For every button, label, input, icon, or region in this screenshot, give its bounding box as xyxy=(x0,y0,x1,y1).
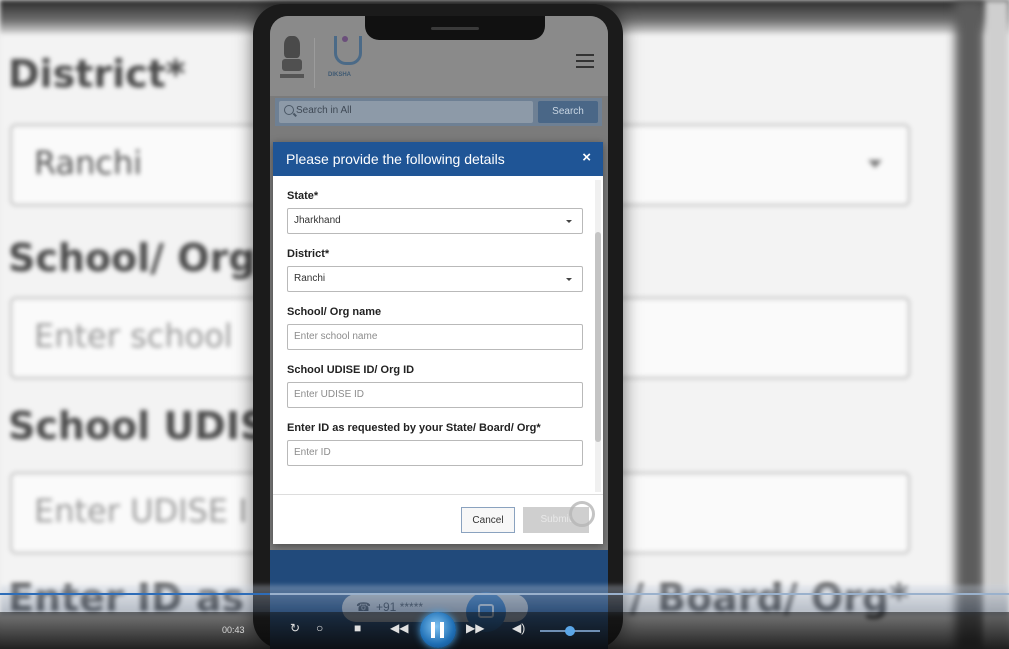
bg-right-margin xyxy=(985,0,1009,649)
modal-body: State* Jharkhand District* Ranchi School… xyxy=(273,176,603,494)
chevron-down-icon xyxy=(566,220,572,223)
loading-spinner-icon xyxy=(569,501,595,527)
fast-forward-icon[interactable]: ▶▶ xyxy=(466,621,484,635)
search-bar: Search in All Search xyxy=(275,98,602,126)
bg-right-edge xyxy=(955,0,985,649)
board-id-input[interactable]: Enter ID xyxy=(287,440,583,466)
state-select[interactable]: Jharkhand xyxy=(287,208,583,234)
district-value: Ranchi xyxy=(294,273,326,284)
state-value: Jharkhand xyxy=(294,215,341,226)
rewind-icon[interactable]: ◀◀ xyxy=(390,621,408,635)
chevron-down-icon xyxy=(566,278,572,281)
diksha-logo[interactable]: DIKSHA xyxy=(326,36,366,86)
video-seek-bar[interactable] xyxy=(0,593,1009,595)
diksha-logo-text: DIKSHA xyxy=(328,72,352,78)
phone-screen: DIKSHA Search in All Search Please provi… xyxy=(270,16,608,649)
menu-icon[interactable] xyxy=(576,54,594,68)
search-icon xyxy=(284,105,294,115)
video-seek-progress xyxy=(0,593,270,595)
udise-label: School UDISE ID/ Org ID xyxy=(287,364,415,376)
bg-school-placeholder: Enter school xyxy=(34,317,233,355)
video-controls: 00:43 ↻ ○ ■ ◀◀ ▶▶ ◀) xyxy=(0,612,1009,649)
state-label: State* xyxy=(287,190,319,202)
header-divider xyxy=(314,38,315,88)
volume-slider-knob[interactable] xyxy=(565,626,575,636)
stop-icon[interactable]: ■ xyxy=(354,621,361,635)
bg-district-label: District* xyxy=(8,52,186,96)
close-icon[interactable]: × xyxy=(582,149,591,166)
search-input[interactable]: Search in All xyxy=(279,101,533,123)
udise-id-placeholder: Enter UDISE ID xyxy=(294,389,365,400)
volume-icon[interactable]: ◀) xyxy=(512,621,525,635)
bg-district-value: Ranchi xyxy=(34,144,143,182)
modal-scrollbar-thumb[interactable] xyxy=(595,232,601,442)
modal-title: Please provide the following details xyxy=(286,151,505,167)
bg-udise-placeholder: Enter UDISE I xyxy=(34,492,248,530)
modal-footer: Cancel Submit xyxy=(273,494,603,545)
cancel-button[interactable]: Cancel xyxy=(461,507,515,533)
details-modal: Please provide the following details × S… xyxy=(273,142,603,544)
modal-header: Please provide the following details × xyxy=(273,142,603,176)
school-name-input[interactable]: Enter school name xyxy=(287,324,583,350)
board-id-label: Enter ID as requested by your State/ Boa… xyxy=(287,422,541,434)
school-label: School/ Org name xyxy=(287,306,382,318)
search-placeholder: Search in All xyxy=(296,105,352,116)
board-id-placeholder: Enter ID xyxy=(294,447,331,458)
national-emblem-icon xyxy=(278,36,306,84)
district-select[interactable]: Ranchi xyxy=(287,266,583,292)
district-label: District* xyxy=(287,248,330,260)
video-time: 00:43 xyxy=(222,625,245,635)
repeat-icon[interactable]: ↻ xyxy=(290,621,300,635)
phone-notch xyxy=(365,16,545,40)
phone-frame: DIKSHA Search in All Search Please provi… xyxy=(253,4,623,649)
udise-id-input[interactable]: Enter UDISE ID xyxy=(287,382,583,408)
pause-button[interactable] xyxy=(420,612,456,648)
shuffle-icon[interactable]: ○ xyxy=(316,621,323,635)
bg-chevron-down-icon xyxy=(868,160,882,168)
bg-footer-blur xyxy=(0,585,1009,615)
search-button[interactable]: Search xyxy=(538,101,598,123)
school-name-placeholder: Enter school name xyxy=(294,331,378,342)
